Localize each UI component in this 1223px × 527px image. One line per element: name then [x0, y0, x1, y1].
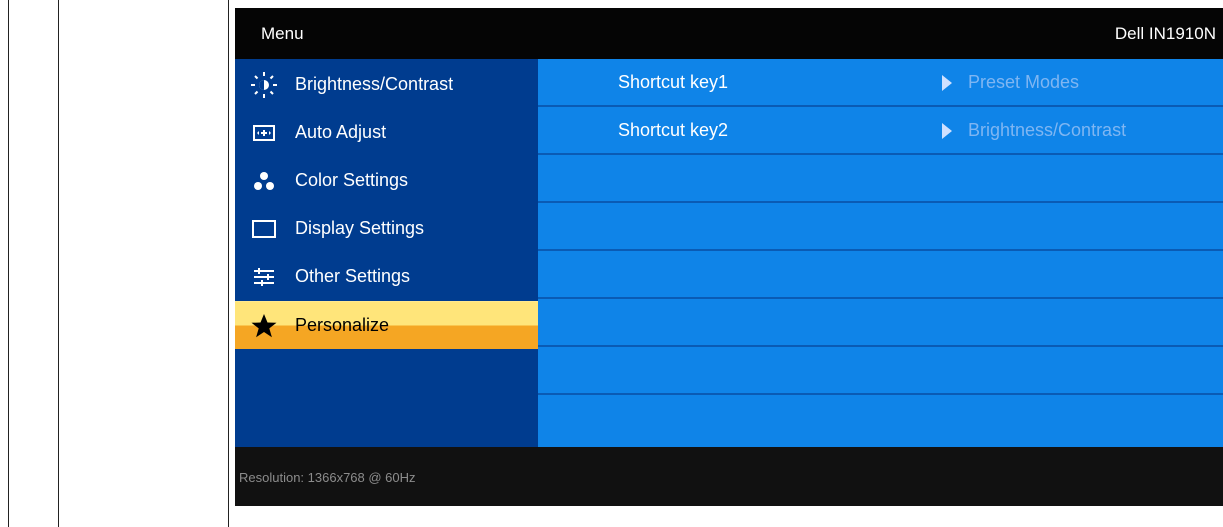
menu-item-label: Other Settings [295, 266, 411, 286]
brightness-icon [251, 72, 277, 98]
menu-item-brightness-contrast[interactable]: Brightness/Contrast [235, 61, 538, 109]
submenu-row-empty [538, 203, 1223, 251]
menu-item-display-settings[interactable]: Display Settings [235, 205, 538, 253]
page-border-line [8, 0, 9, 527]
submenu-row-shortcut-key1[interactable]: Shortcut key1 Preset Modes [538, 59, 1223, 107]
submenu-panel: Shortcut key1 Preset Modes Shortcut key2… [538, 59, 1223, 447]
other-settings-icon [254, 268, 274, 286]
submenu-row-empty [538, 251, 1223, 299]
menu-item-color-settings[interactable]: Color Settings [235, 157, 538, 205]
submenu-row-shortcut-key2[interactable]: Shortcut key2 Brightness/Contrast [538, 107, 1223, 155]
menu-item-label: Display Settings [295, 218, 425, 238]
menu-item-personalize[interactable]: Personalize [235, 301, 538, 349]
submenu-row-empty [538, 299, 1223, 347]
page-border-line [228, 0, 229, 527]
submenu-row-label: Shortcut key2 [618, 120, 729, 140]
osd-header: Menu Dell IN1910N [235, 8, 1223, 59]
arrow-right-icon [942, 123, 952, 139]
resolution-text: Resolution: 1366x768 @ 60Hz [239, 470, 416, 485]
auto-adjust-icon [253, 125, 275, 141]
main-menu: Brightness/Contrast Auto Adjust Color Se… [235, 59, 538, 447]
menu-item-auto-adjust[interactable]: Auto Adjust [235, 109, 538, 157]
menu-item-label: Brightness/Contrast [295, 74, 454, 94]
arrow-right-icon [942, 75, 952, 91]
model-name: Dell IN1910N [1114, 24, 1216, 43]
display-settings-icon [252, 220, 276, 238]
submenu-row-value: Brightness/Contrast [968, 120, 1127, 140]
menu-item-label: Color Settings [295, 170, 409, 190]
submenu-row-value: Preset Modes [968, 72, 1080, 92]
star-icon [251, 314, 277, 338]
color-settings-icon [254, 172, 274, 190]
submenu-row-empty [538, 395, 1223, 443]
menu-item-label: Auto Adjust [295, 122, 387, 142]
menu-item-other-settings[interactable]: Other Settings [235, 253, 538, 301]
page-border-line [58, 0, 59, 527]
osd-footer: Resolution: 1366x768 @ 60Hz [235, 447, 1223, 506]
menu-title: Menu [261, 24, 304, 43]
menu-item-label: Personalize [295, 315, 390, 335]
submenu-row-empty [538, 155, 1223, 203]
submenu-row-empty [538, 347, 1223, 395]
osd-menu: Menu Dell IN1910N Brightness/Contrast Au… [235, 8, 1223, 506]
page: Menu Dell IN1910N Brightness/Contrast Au… [0, 0, 1223, 527]
submenu-row-label: Shortcut key1 [618, 72, 729, 92]
